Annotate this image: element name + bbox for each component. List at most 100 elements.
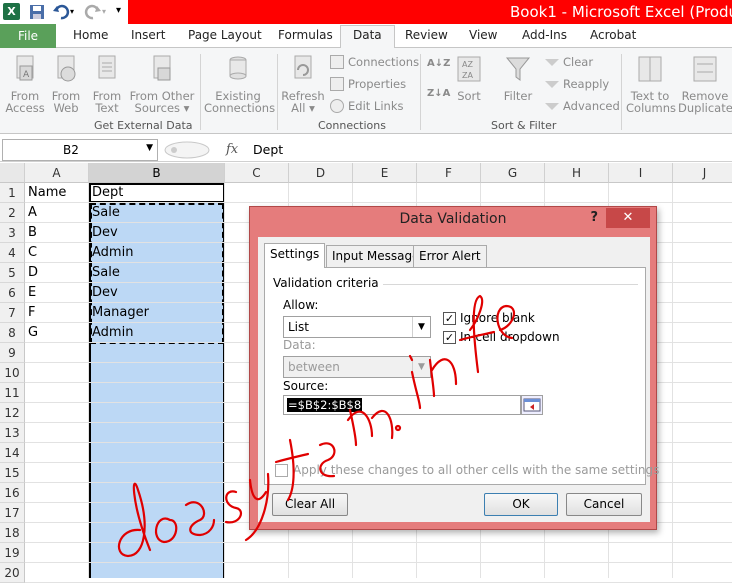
apply-all-checkbox[interactable] [275,464,288,477]
row-header-1[interactable]: 1 [0,183,25,203]
column-header-h[interactable]: H [545,163,609,183]
row-header-14[interactable]: 14 [0,443,25,463]
tab-settings[interactable]: Settings [264,243,326,268]
reapply-button[interactable]: Reapply [545,77,609,91]
save-icon[interactable] [28,3,46,21]
sort-z-a-button[interactable]: Z↓A [427,88,450,99]
text-to-columns-button[interactable]: Text to Columns [626,54,676,114]
row-header-10[interactable]: 10 [0,363,25,383]
cancel-button[interactable]: Cancel [566,493,642,516]
sort-z-a-icon: Z↓A [427,88,451,99]
sort-a-z-button[interactable]: A↓Z [427,58,450,69]
row-header-15[interactable]: 15 [0,463,25,483]
formula-bar-resize-icon[interactable] [162,141,212,159]
row-header-9[interactable]: 9 [0,343,25,363]
help-icon[interactable]: ? [590,210,598,225]
connections-button[interactable]: Connections [330,55,419,69]
column-header-e[interactable]: E [353,163,417,183]
cell-b2[interactable]: Sale [89,203,120,223]
close-button[interactable]: ✕ [606,208,650,228]
cell-b1[interactable]: Dept [89,183,123,203]
row-header-12[interactable]: 12 [0,403,25,423]
tab-acrobat[interactable]: Acrobat [590,28,636,42]
cell-b4[interactable]: Admin [89,243,133,263]
row-header-11[interactable]: 11 [0,383,25,403]
tab-data[interactable]: Data [340,25,395,49]
cell-b6[interactable]: Dev [89,283,118,303]
select-all-corner[interactable] [0,163,25,183]
row-header-13[interactable]: 13 [0,423,25,443]
cell-b5[interactable]: Sale [89,263,120,283]
row-header-7[interactable]: 7 [0,303,25,323]
data-select: between ▼ [283,356,431,378]
refresh-all-button[interactable]: Refresh All ▾ [281,54,325,114]
name-box-dropdown-icon[interactable]: ▼ [146,143,153,153]
from-text-button[interactable]: From Text [88,54,126,114]
cell-a6[interactable]: E [25,283,36,303]
edit-links-button[interactable]: Edit Links [330,99,403,113]
row-header-16[interactable]: 16 [0,483,25,503]
clear-all-button[interactable]: Clear All [272,493,348,516]
column-header-g[interactable]: G [481,163,545,183]
tab-review[interactable]: Review [405,28,448,42]
tab-view[interactable]: View [469,28,497,42]
column-header-j[interactable]: J [673,163,732,183]
filter-button[interactable]: Filter [500,54,536,102]
clear-filter-button[interactable]: Clear [545,55,593,69]
cell-a3[interactable]: B [25,223,37,243]
cell-a4[interactable]: C [25,243,37,263]
advanced-filter-button[interactable]: Advanced [545,99,620,113]
ok-button[interactable]: OK [484,493,558,516]
sort-button[interactable]: AZ ZA Sort [452,54,486,102]
cell-a1[interactable]: Name [25,183,66,203]
existing-connections-button[interactable]: Existing Connections [204,54,275,114]
tab-home[interactable]: Home [73,28,108,42]
row-header-5[interactable]: 5 [0,263,25,283]
cell-a5[interactable]: D [25,263,38,283]
cell-b3[interactable]: Dev [89,223,118,243]
range-picker-icon[interactable] [521,395,543,415]
allow-select[interactable]: List ▼ [283,316,431,338]
source-value: =$B$2:$B$8 [287,398,363,412]
column-header-b[interactable]: B [89,163,225,183]
cell-a2[interactable]: A [25,203,37,223]
undo-icon[interactable] [52,3,70,21]
row-header-3[interactable]: 3 [0,223,25,243]
row-header-2[interactable]: 2 [0,203,25,223]
tab-insert[interactable]: Insert [131,28,165,42]
column-header-c[interactable]: C [225,163,289,183]
cell-a8[interactable]: G [25,323,38,343]
column-header-f[interactable]: F [417,163,481,183]
tab-error-alert[interactable]: Error Alert [413,245,487,267]
row-header-8[interactable]: 8 [0,323,25,343]
row-header-4[interactable]: 4 [0,243,25,263]
properties-button[interactable]: Properties [330,77,406,91]
insert-function-icon[interactable]: fx [226,142,238,157]
row-header-20[interactable]: 20 [0,563,25,583]
tab-input-message[interactable]: Input Message [326,245,426,267]
in-cell-dropdown-checkbox[interactable]: ✓ [443,331,456,344]
column-header-d[interactable]: D [289,163,353,183]
from-access-button[interactable]: A From Access [4,54,46,114]
tab-page-layout[interactable]: Page Layout [188,28,262,42]
ignore-blank-checkbox[interactable]: ✓ [443,312,456,325]
cell-b7[interactable]: Manager [89,303,149,323]
remove-duplicates-button[interactable]: Remove Duplicates [678,54,732,114]
from-other-sources-button[interactable]: From Other Sources ▾ [128,54,196,114]
redo-icon[interactable] [84,3,102,21]
from-web-button[interactable]: From Web [48,54,84,114]
column-header-i[interactable]: I [609,163,673,183]
cell-a7[interactable]: F [25,303,35,323]
tab-file[interactable]: File [0,24,56,48]
tab-formulas[interactable]: Formulas [278,28,333,42]
row-header-18[interactable]: 18 [0,523,25,543]
formula-input[interactable]: Dept [253,142,283,157]
row-header-6[interactable]: 6 [0,283,25,303]
name-box[interactable]: B2 ▼ [2,139,158,161]
cell-b8[interactable]: Admin [89,323,133,343]
column-header-a[interactable]: A [25,163,89,183]
source-input[interactable]: =$B$2:$B$8 [283,395,521,415]
row-header-17[interactable]: 17 [0,503,25,523]
tab-add-ins[interactable]: Add-Ins [522,28,567,42]
row-header-19[interactable]: 19 [0,543,25,563]
